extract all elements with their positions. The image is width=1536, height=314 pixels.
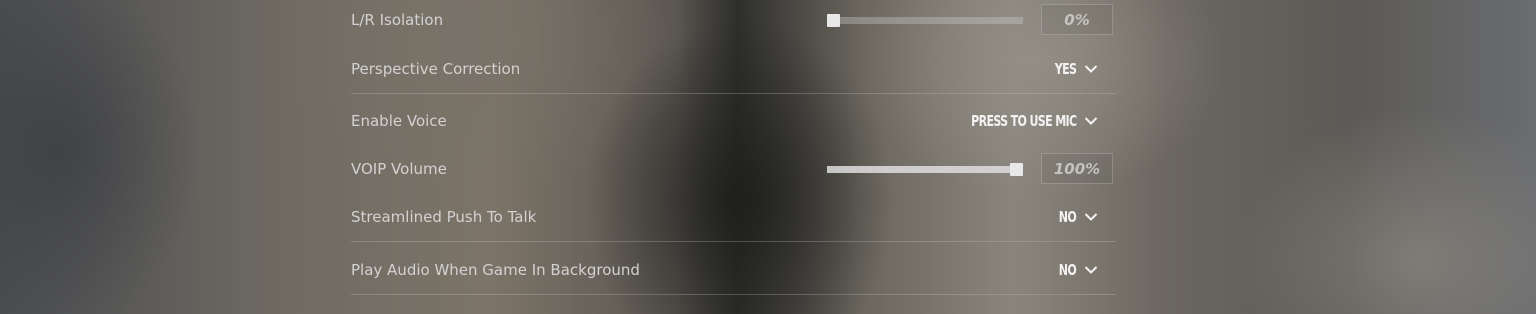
setting-label: Play Audio When Game In Background — [351, 261, 640, 279]
chevron-down-icon — [1084, 213, 1098, 221]
voip-volume-slider[interactable] — [827, 163, 1023, 176]
setting-row-streamlined-push-to-talk: Streamlined Push To Talk NO — [351, 193, 1116, 242]
chevron-down-icon — [1084, 65, 1098, 73]
slider-fill — [827, 166, 1017, 173]
perspective-correction-dropdown[interactable]: YES — [1050, 60, 1098, 78]
setting-row-voip-volume: VOIP Volume 100% — [351, 145, 1116, 193]
lr-isolation-slider[interactable] — [827, 14, 1023, 27]
setting-label: Enable Voice — [351, 112, 447, 130]
dropdown-value: NO — [1058, 208, 1077, 226]
setting-label: L/R Isolation — [351, 11, 444, 29]
setting-label: Streamlined Push To Talk — [351, 208, 537, 226]
chevron-down-icon — [1084, 117, 1098, 125]
streamlined-push-to-talk-dropdown[interactable]: NO — [1055, 208, 1098, 226]
dropdown-value: YES — [1054, 60, 1076, 78]
chevron-down-icon — [1084, 266, 1098, 274]
dropdown-value: NO — [1058, 261, 1077, 279]
setting-row-perspective-correction: Perspective Correction YES — [351, 45, 1116, 94]
voip-volume-value-field[interactable]: 100% — [1041, 153, 1113, 184]
enable-voice-dropdown[interactable]: PRESS TO USE MIC — [948, 112, 1098, 130]
slider-handle[interactable] — [827, 14, 840, 27]
setting-label: Perspective Correction — [351, 60, 521, 78]
slider-handle[interactable] — [1010, 163, 1023, 176]
lr-isolation-value-field[interactable]: 0% — [1041, 4, 1113, 35]
setting-row-play-audio-background: Play Audio When Game In Background NO — [351, 246, 1116, 295]
setting-label: VOIP Volume — [351, 160, 447, 178]
play-audio-background-dropdown[interactable]: NO — [1055, 261, 1098, 279]
setting-row-enable-voice: Enable Voice PRESS TO USE MIC — [351, 97, 1116, 145]
setting-row-lr-isolation: L/R Isolation 0% — [351, 0, 1116, 44]
dropdown-value: PRESS TO USE MIC — [970, 112, 1077, 130]
